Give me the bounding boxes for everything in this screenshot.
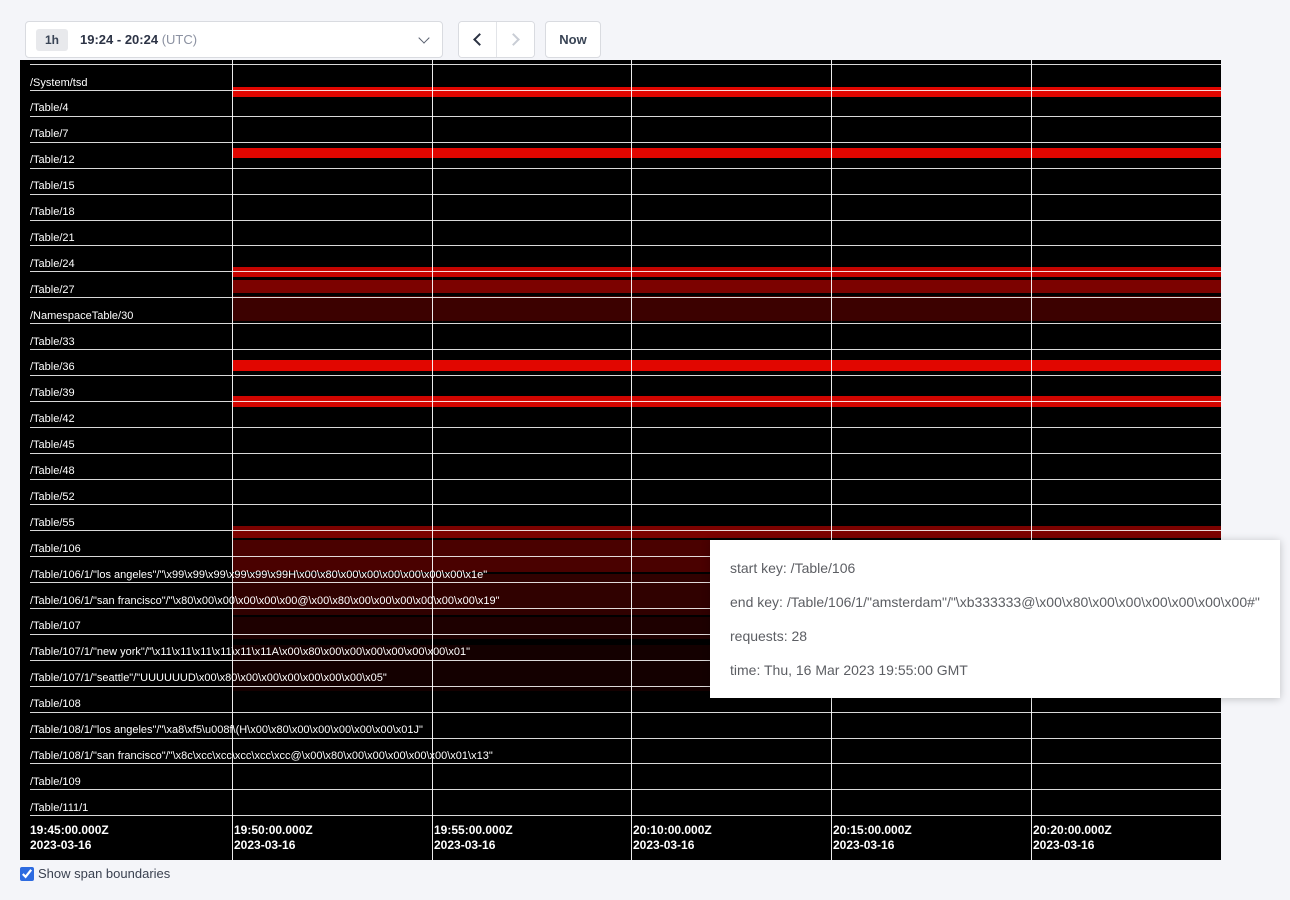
span-boundary-line bbox=[30, 220, 1221, 221]
chevron-left-icon bbox=[473, 33, 486, 46]
span-boundary-line bbox=[30, 479, 1221, 480]
span-label: /Table/106 bbox=[30, 542, 81, 556]
heat-band[interactable] bbox=[233, 280, 1221, 293]
span-boundary-line bbox=[30, 815, 1221, 816]
span-boundary-line bbox=[30, 375, 1221, 376]
span-label: /Table/39 bbox=[30, 386, 75, 400]
span-boundary-line bbox=[30, 763, 1221, 764]
heat-band[interactable] bbox=[233, 526, 1221, 538]
x-axis-tick-label: 19:50:00.000Z2023-03-16 bbox=[234, 823, 313, 853]
span-boundary-line bbox=[30, 90, 1221, 91]
x-axis-tick-label: 20:20:00.000Z2023-03-16 bbox=[1033, 823, 1112, 853]
span-label: /Table/4 bbox=[30, 101, 69, 115]
span-label: /Table/107/1/"seattle"/"UUUUUUD\x00\x80\… bbox=[30, 671, 387, 685]
time-range-text: 19:24 - 20:24 (UTC) bbox=[80, 32, 197, 47]
x-axis-tick-label: 20:15:00.000Z2023-03-16 bbox=[833, 823, 912, 853]
chevron-right-icon bbox=[507, 33, 520, 46]
span-boundary-line bbox=[30, 427, 1221, 428]
span-label: /Table/106/1/"san francisco"/"\x80\x00\x… bbox=[30, 594, 500, 608]
span-boundary-line bbox=[30, 168, 1221, 169]
span-label: /Table/21 bbox=[30, 231, 75, 245]
key-visualizer-page: 1h 19:24 - 20:24 (UTC) Now /System/tsd/T… bbox=[0, 0, 1290, 900]
time-gridline bbox=[631, 60, 632, 860]
span-label: /Table/27 bbox=[30, 283, 75, 297]
span-boundary-line bbox=[30, 297, 1221, 298]
span-boundary-line bbox=[30, 271, 1221, 272]
span-tooltip: start key: /Table/106 end key: /Table/10… bbox=[710, 540, 1280, 698]
span-boundary-line bbox=[30, 116, 1221, 117]
span-boundary-line bbox=[30, 323, 1221, 324]
time-gridline bbox=[432, 60, 433, 860]
chevron-down-icon bbox=[418, 32, 429, 43]
span-boundary-line bbox=[30, 194, 1221, 195]
tooltip-requests: requests: 28 bbox=[730, 619, 1260, 653]
span-label: /Table/33 bbox=[30, 335, 75, 349]
heat-band[interactable] bbox=[233, 296, 1221, 321]
span-label: /NamespaceTable/30 bbox=[30, 309, 133, 323]
span-label: /Table/48 bbox=[30, 464, 75, 478]
span-label: /Table/7 bbox=[30, 127, 69, 141]
tooltip-start-key: start key: /Table/106 bbox=[730, 551, 1260, 585]
span-label: /Table/52 bbox=[30, 490, 75, 504]
span-label: /Table/107 bbox=[30, 619, 81, 633]
span-label: /Table/108/1/"san francisco"/"\x8c\xcc\x… bbox=[30, 749, 493, 763]
time-range-selector[interactable]: 1h 19:24 - 20:24 (UTC) bbox=[25, 21, 443, 58]
heat-band[interactable] bbox=[233, 360, 1221, 371]
span-label: /Table/36 bbox=[30, 360, 75, 374]
span-boundary-line bbox=[30, 789, 1221, 790]
x-axis-tick-label: 19:45:00.000Z2023-03-16 bbox=[30, 823, 109, 853]
span-label: /Table/24 bbox=[30, 257, 75, 271]
span-boundary-line bbox=[30, 504, 1221, 505]
key-visualizer-canvas[interactable]: /System/tsd/Table/4/Table/7/Table/12/Tab… bbox=[20, 60, 1221, 860]
show-span-boundaries-control[interactable]: Show span boundaries bbox=[20, 866, 170, 881]
time-nav-buttons bbox=[458, 21, 535, 58]
next-interval-button[interactable] bbox=[496, 22, 534, 57]
now-button[interactable]: Now bbox=[545, 21, 601, 58]
span-label: /Table/106/1/"los angeles"/"\x99\x99\x99… bbox=[30, 568, 487, 582]
tooltip-end-key: end key: /Table/106/1/"amsterdam"/"\xb33… bbox=[730, 585, 1260, 619]
span-boundary-line bbox=[30, 453, 1221, 454]
time-gridline bbox=[232, 60, 233, 860]
time-gridline bbox=[1031, 60, 1032, 860]
span-boundary-line bbox=[30, 349, 1221, 350]
span-boundary-line bbox=[30, 712, 1221, 713]
x-axis-tick-label: 20:10:00.000Z2023-03-16 bbox=[633, 823, 712, 853]
previous-interval-button[interactable] bbox=[459, 22, 496, 57]
span-boundary-line bbox=[30, 738, 1221, 739]
span-label: /Table/108/1/"los angeles"/"\xa8\xf5\u00… bbox=[30, 723, 423, 737]
heat-band[interactable] bbox=[233, 148, 1221, 158]
span-label: /Table/45 bbox=[30, 438, 75, 452]
span-boundary-line bbox=[30, 401, 1221, 402]
span-boundary-line bbox=[30, 142, 1221, 143]
tooltip-time: time: Thu, 16 Mar 2023 19:55:00 GMT bbox=[730, 653, 1260, 687]
time-range-value: 19:24 - 20:24 bbox=[80, 32, 158, 47]
show-span-boundaries-checkbox[interactable] bbox=[20, 867, 34, 881]
span-boundary-line bbox=[30, 64, 1221, 65]
span-boundary-line bbox=[30, 530, 1221, 531]
time-gridline bbox=[831, 60, 832, 860]
checkbox-label: Show span boundaries bbox=[38, 866, 170, 881]
span-label: /Table/109 bbox=[30, 775, 81, 789]
span-label: /System/tsd bbox=[30, 76, 87, 90]
time-preset-badge: 1h bbox=[36, 29, 68, 51]
span-label: /Table/18 bbox=[30, 205, 75, 219]
heat-band[interactable] bbox=[233, 87, 1221, 97]
span-label: /Table/107/1/"new york"/"\x11\x11\x11\x1… bbox=[30, 645, 470, 659]
span-label: /Table/12 bbox=[30, 153, 75, 167]
span-boundary-line bbox=[30, 245, 1221, 246]
span-label: /Table/15 bbox=[30, 179, 75, 193]
span-label: /Table/111/1 bbox=[30, 801, 88, 815]
span-label: /Table/108 bbox=[30, 697, 81, 711]
x-axis-tick-label: 19:55:00.000Z2023-03-16 bbox=[434, 823, 513, 853]
span-label: /Table/55 bbox=[30, 516, 75, 530]
span-label: /Table/42 bbox=[30, 412, 75, 426]
time-range-timezone: (UTC) bbox=[162, 32, 197, 47]
